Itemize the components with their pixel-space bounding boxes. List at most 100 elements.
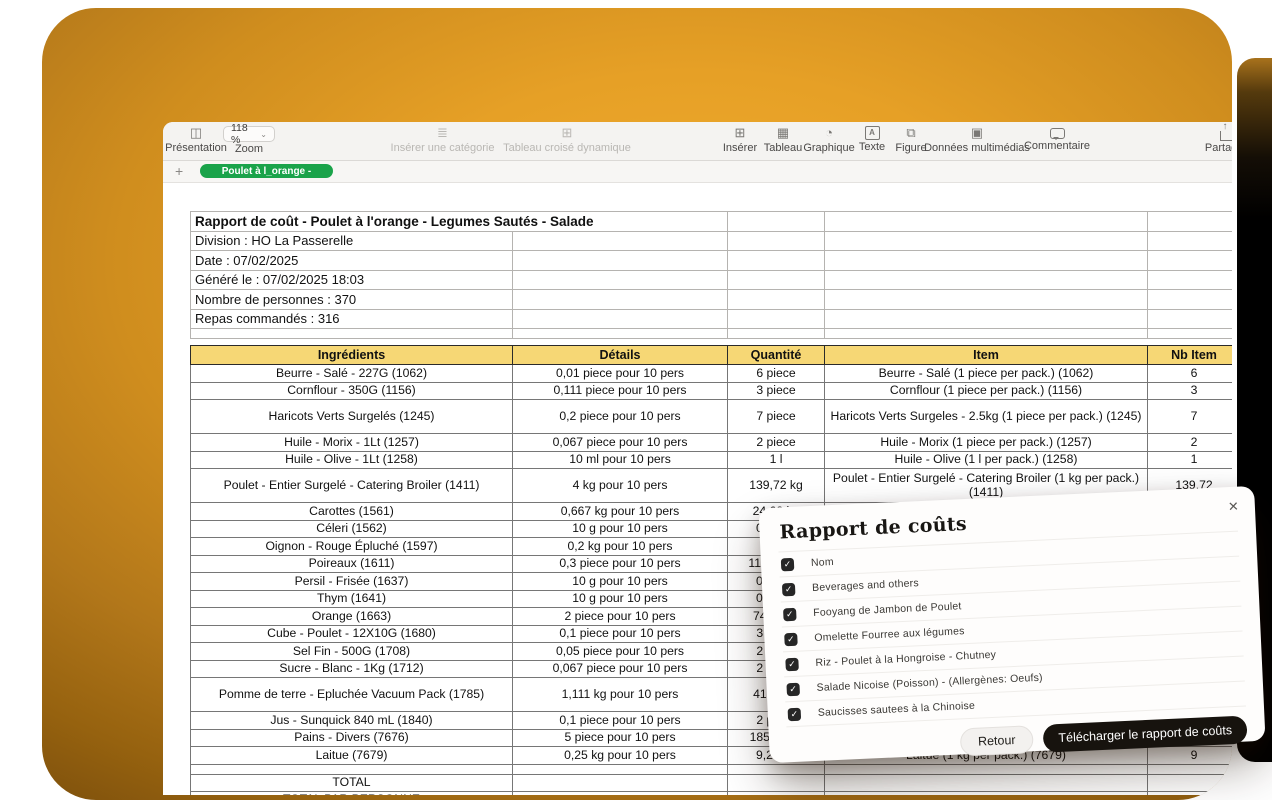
cell[interactable]: 0,2 piece pour 10 pers [513, 400, 728, 434]
cell[interactable] [513, 329, 728, 339]
cell[interactable]: Orange (1663) [191, 608, 513, 626]
toolbar-presentation-button[interactable]: ◫Présentation [165, 126, 227, 154]
cell[interactable] [728, 774, 825, 791]
cell[interactable] [513, 774, 728, 791]
cell[interactable] [1148, 791, 1233, 795]
cell[interactable]: 6 [1148, 365, 1233, 383]
cell[interactable]: 5 piece pour 10 pers [513, 729, 728, 747]
zoom-level-button[interactable]: 118 %⌄ [223, 126, 275, 142]
cell[interactable] [728, 290, 825, 310]
cell[interactable]: 0,1 piece pour 10 pers [513, 625, 728, 643]
cell[interactable]: 0,3 piece pour 10 pers [513, 555, 728, 573]
info-cell[interactable]: Date : 07/02/2025 [191, 251, 513, 271]
cell[interactable] [825, 290, 1148, 310]
cell[interactable] [1148, 329, 1232, 339]
checkbox-checked-icon[interactable]: ✓ [788, 707, 802, 721]
cell[interactable] [1148, 309, 1232, 329]
cell[interactable]: Cornflour - 350G (1156) [191, 382, 513, 400]
cell[interactable]: Beurre - Salé (1 piece per pack.) (1062) [825, 365, 1148, 383]
cell[interactable] [513, 270, 728, 290]
total-label-cell[interactable]: TOTAL PAR PERSONNE [191, 791, 513, 795]
cell[interactable] [728, 212, 825, 232]
cell[interactable] [513, 791, 728, 795]
toolbar-zoom-button[interactable]: 118 %⌄Zoom [223, 126, 275, 155]
cell[interactable]: 3 piece [728, 382, 825, 400]
info-cell[interactable]: Nombre de personnes : 370 [191, 290, 513, 310]
cell[interactable] [1148, 212, 1232, 232]
cell[interactable]: 2 piece pour 10 pers [513, 608, 728, 626]
cell[interactable] [825, 329, 1148, 339]
toolbar-chart-button[interactable]: ◔Graphique [805, 126, 853, 154]
total-label-cell[interactable]: TOTAL [191, 774, 513, 791]
cell[interactable] [513, 251, 728, 271]
cell[interactable]: Huile - Morix - 1Lt (1257) [191, 434, 513, 452]
toolbar-media-button[interactable]: ▣Données multimédias [931, 126, 1023, 154]
cell[interactable]: Thym (1641) [191, 590, 513, 608]
cell[interactable]: Céleri (1562) [191, 520, 513, 538]
checkbox-checked-icon[interactable]: ✓ [784, 632, 798, 646]
cell[interactable] [728, 251, 825, 271]
cell[interactable]: Pomme de terre - Epluchée Vacuum Pack (1… [191, 678, 513, 712]
cell[interactable]: Carottes (1561) [191, 503, 513, 521]
toolbar-comment-button[interactable]: Commentaire [1023, 126, 1091, 152]
cell[interactable] [1148, 270, 1232, 290]
cell[interactable]: 2 [1148, 434, 1233, 452]
cell[interactable] [825, 764, 1148, 774]
cell[interactable]: Persil - Frisée (1637) [191, 573, 513, 591]
checkbox-checked-icon[interactable]: ✓ [785, 657, 799, 671]
checkbox-checked-icon[interactable]: ✓ [781, 557, 795, 571]
cell[interactable]: Beurre - Salé - 227G (1062) [191, 365, 513, 383]
cell[interactable] [513, 231, 728, 251]
column-header[interactable]: Nb Item [1148, 346, 1233, 365]
cell[interactable]: 7 piece [728, 400, 825, 434]
cell[interactable] [728, 764, 825, 774]
cell[interactable]: 0,01 piece pour 10 pers [513, 365, 728, 383]
cell[interactable]: 6 piece [728, 365, 825, 383]
info-cell[interactable]: Repas commandés : 316 [191, 309, 513, 329]
close-icon[interactable]: ✕ [1226, 497, 1242, 518]
toolbar-insert-button[interactable]: ⊞Insérer [719, 126, 761, 154]
cell[interactable]: 139,72 kg [728, 469, 825, 503]
cell[interactable]: 10 g pour 10 pers [513, 573, 728, 591]
cell[interactable] [728, 270, 825, 290]
report-title-cell[interactable]: Rapport de coût - Poulet à l'orange - Le… [191, 212, 728, 232]
cell[interactable]: 0,067 piece pour 10 pers [513, 434, 728, 452]
cell[interactable]: 1 [1148, 451, 1233, 469]
cell[interactable] [825, 270, 1148, 290]
cell[interactable] [825, 774, 1148, 791]
cell[interactable] [513, 309, 728, 329]
cell[interactable]: Poulet - Entier Surgelé - Catering Broil… [191, 469, 513, 503]
cell[interactable]: 0,1 piece pour 10 pers [513, 712, 728, 730]
cell[interactable]: Huile - Morix (1 piece per pack.) (1257) [825, 434, 1148, 452]
cell[interactable]: Pains - Divers (7676) [191, 729, 513, 747]
cell[interactable]: Oignon - Rouge Épluché (1597) [191, 538, 513, 556]
cell[interactable] [191, 764, 513, 774]
cell[interactable]: 1 l [728, 451, 825, 469]
cell[interactable] [1148, 231, 1232, 251]
cell[interactable]: 3 [1148, 382, 1233, 400]
cell[interactable]: 7 [1148, 400, 1233, 434]
cell[interactable]: Sel Fin - 500G (1708) [191, 643, 513, 661]
cell[interactable]: 0,111 piece pour 10 pers [513, 382, 728, 400]
toolbar-share-button[interactable]: Partager [1203, 126, 1232, 154]
cell[interactable]: Haricots Verts Surgelés (1245) [191, 400, 513, 434]
cell[interactable]: 0,25 kg pour 10 pers [513, 747, 728, 765]
column-header[interactable]: Item [825, 346, 1148, 365]
cell[interactable]: 10 g pour 10 pers [513, 520, 728, 538]
cell[interactable] [825, 231, 1148, 251]
cell[interactable]: 0,2 kg pour 10 pers [513, 538, 728, 556]
cell[interactable] [728, 791, 825, 795]
cell[interactable]: Laitue (7679) [191, 747, 513, 765]
cell[interactable] [825, 251, 1148, 271]
cell[interactable] [728, 309, 825, 329]
cell[interactable]: 4 kg pour 10 pers [513, 469, 728, 503]
checkbox-checked-icon[interactable]: ✓ [783, 607, 797, 621]
cell[interactable] [825, 309, 1148, 329]
toolbar-text-button[interactable]: ATexte [853, 126, 891, 153]
checkbox-checked-icon[interactable]: ✓ [782, 582, 796, 596]
cell[interactable]: 1,111 kg pour 10 pers [513, 678, 728, 712]
info-cell[interactable]: Division : HO La Passerelle [191, 231, 513, 251]
cell[interactable]: 10 g pour 10 pers [513, 590, 728, 608]
cell[interactable]: Cornflour (1 piece per pack.) (1156) [825, 382, 1148, 400]
cell[interactable]: Jus - Sunquick 840 mL (1840) [191, 712, 513, 730]
